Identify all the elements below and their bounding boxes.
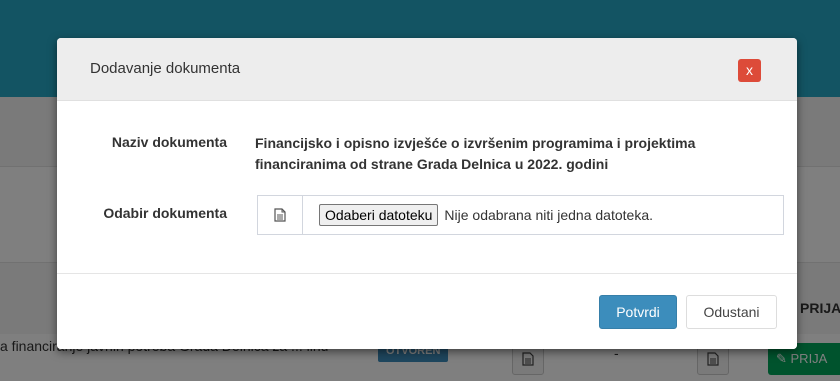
file-addon [258,196,303,234]
modal-header: Dodavanje dokumenta x [57,38,797,101]
modal-footer: Potvrdi Odustani [57,273,797,349]
cancel-button[interactable]: Odustani [686,295,777,329]
document-name-label: Naziv dokumenta [111,134,227,150]
file-status-text: Nije odabrana niti jedna datoteka. [444,207,653,223]
modal-body: Naziv dokumenta Financijsko i opisno izv… [57,101,797,273]
close-icon: x [746,62,753,78]
modal-title: Dodavanje dokumenta [90,60,241,77]
close-button[interactable]: x [738,59,761,82]
document-file-label: Odabir dokumenta [103,205,227,221]
document-name-value: Financijsko i opisno izvješće o izvršeni… [255,135,696,172]
file-input-group: Odaberi datoteku Nije odabrana niti jedn… [257,195,784,235]
choose-file-button[interactable]: Odaberi datoteku [319,204,439,226]
file-input[interactable]: Odaberi datoteku Nije odabrana niti jedn… [303,204,653,226]
add-document-modal: Dodavanje dokumenta x Naziv dokumenta Fi… [57,38,797,349]
file-icon [274,208,286,222]
confirm-button[interactable]: Potvrdi [599,295,677,329]
